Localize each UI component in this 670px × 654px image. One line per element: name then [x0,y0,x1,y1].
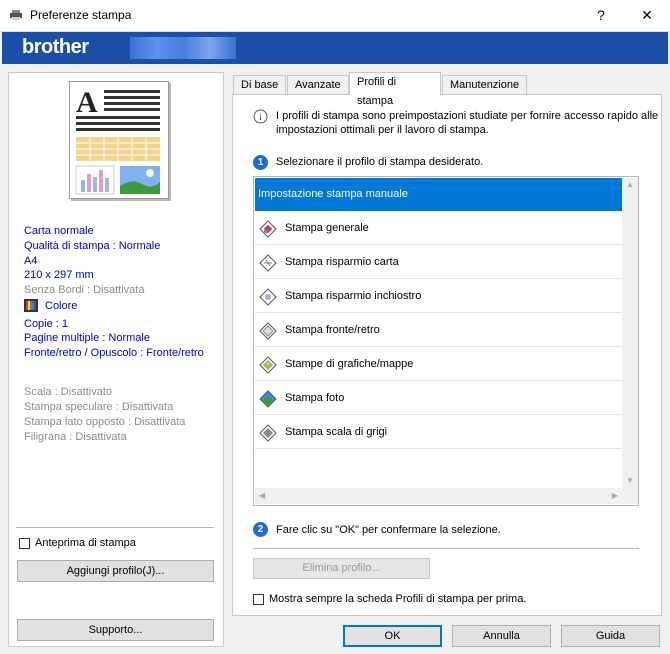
info-icon: i [253,109,268,124]
tab-advanced[interactable]: Avanzate [287,75,349,94]
list-item[interactable]: Stampa generale [255,212,622,245]
list-item-label: Impostazione stampa manuale [258,188,408,200]
scroll-down-icon[interactable]: ▼ [622,474,638,488]
borderless-info: Senza Bordi : Disattivata [24,284,145,296]
graphics-icon [259,356,277,374]
quality-info: Qualità di stampa : Normale [24,240,161,252]
mirror-info: Stampa speculare : Disattivata [24,401,174,413]
list-item-label: Stampe di grafiche/mappe [285,358,414,370]
divider [16,527,214,528]
watermark-info: Filigrana : Disattivata [24,431,127,443]
ink-saving-icon [259,288,277,306]
paper-size-info: A4 [24,255,38,267]
list-item-label: Stampa risparmio inchiostro [285,290,422,302]
grayscale-icon [259,424,277,442]
delete-profile-button[interactable]: Elimina profilo... [253,558,430,579]
vertical-scrollbar[interactable]: ▲ ▼ [622,178,638,488]
always-show-profiles-checkbox[interactable] [253,594,264,605]
horizontal-scrollbar[interactable]: ◀ ▶ [255,488,622,504]
reverse-info: Stampa lato opposto : Disattivata [24,416,186,428]
scrollbar-corner [622,488,638,504]
help-button[interactable]: ? [578,0,624,31]
close-button[interactable]: ✕ [624,0,670,31]
window-title: Preferenze stampa [30,8,132,22]
multiple-pages-info: Pagine multiple : Normale [24,332,150,344]
add-profile-button[interactable]: Aggiungi profilo(J)... [17,560,214,582]
help-guide-button[interactable]: Guida [561,625,660,647]
general-print-icon [259,220,277,238]
tab-maintenance[interactable]: Manutenzione [442,75,528,94]
cancel-button[interactable]: Annulla [452,625,551,647]
banner-decoration [130,37,236,59]
title-bar: Preferenze stampa ? ✕ [0,0,670,32]
page-preview: A [69,81,169,199]
list-item[interactable]: Impostazione stampa manuale [255,178,622,211]
tab-basic[interactable]: Di base [233,75,287,94]
ok-button[interactable]: OK [343,625,442,647]
list-item[interactable]: Stampa scala di grigi [255,416,622,449]
profile-list[interactable]: Impostazione stampa manuale Stampa gener… [253,176,639,506]
paper-saving-icon [259,254,277,272]
list-item-label: Stampa fronte/retro [285,324,380,336]
settings-summary-panel: A Carta normale Qualità di stampa : Norm… [8,72,224,647]
brother-logo: brother [22,36,89,58]
tab-print-profiles[interactable]: Profili di stampa [349,72,441,107]
list-item-label: Stampa generale [285,222,369,234]
duplex-icon [259,322,277,340]
divider [253,548,639,549]
photo-icon [259,390,277,408]
printer-icon [10,10,22,20]
list-item[interactable]: Stampa foto [255,382,622,415]
support-button[interactable]: Supporto... [17,619,214,641]
scale-info: Scala : Disattivato [24,386,113,398]
always-show-profiles-label: Mostra sempre la scheda Profili di stamp… [269,593,527,605]
paper-type-info: Carta normale [24,225,94,237]
list-item[interactable]: Stampe di grafiche/mappe [255,348,622,381]
list-item[interactable]: Stampa risparmio carta [255,246,622,279]
list-item-label: Stampa scala di grigi [285,426,388,438]
list-item-label: Stampa risparmio carta [285,256,399,268]
document-preview-icon: A [75,86,160,195]
list-item-label: Stampa foto [285,392,345,404]
duplex-info: Fronte/retro / Opuscolo : Fronte/retro [24,347,204,359]
svg-text:A: A [76,86,98,119]
brand-banner: brother [2,32,668,64]
list-item[interactable]: Stampa risparmio inchiostro [255,280,622,313]
step-1-icon: 1 [253,155,268,170]
print-preview-label: Anteprima di stampa [35,537,136,549]
list-item[interactable]: Stampa fronte/retro [255,314,622,347]
scroll-left-icon[interactable]: ◀ [255,488,269,504]
color-icon [24,299,38,312]
step-1-text: Selezionare il profilo di stampa desider… [276,156,484,168]
copies-info: Copie : 1 [24,318,69,330]
step-2-text: Fare clic su "OK" per confermare la sele… [276,524,501,536]
scroll-up-icon[interactable]: ▲ [622,178,638,192]
dimensions-info: 210 x 297 mm [24,269,94,281]
step-2-icon: 2 [253,522,268,537]
info-text-line1: I profili di stampa sono preimpostazioni… [276,110,659,122]
print-preview-checkbox[interactable] [19,538,30,549]
scroll-right-icon[interactable]: ▶ [608,488,622,504]
info-text-line2: impostazioni ottimali per il lavoro di s… [276,124,489,136]
color-info: Colore [45,300,78,312]
